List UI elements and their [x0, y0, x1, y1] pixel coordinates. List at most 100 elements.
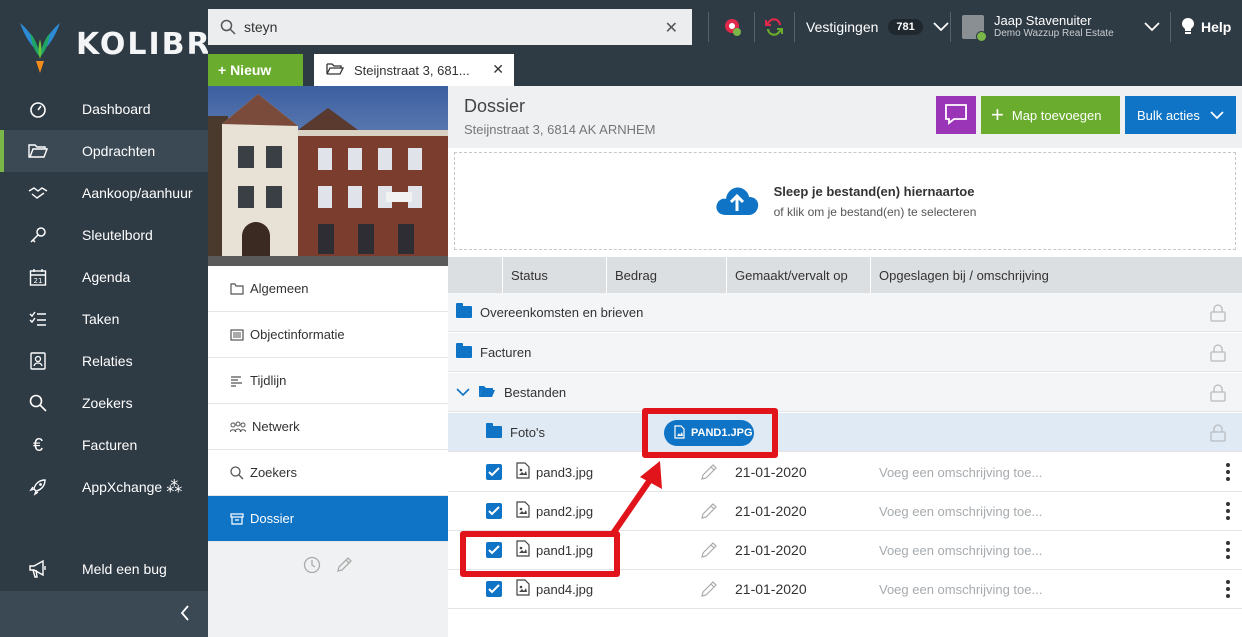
folder-open-icon — [28, 141, 48, 161]
notifications-icon[interactable] — [722, 17, 742, 40]
folder-row-fotos[interactable]: Foto's — [448, 413, 1242, 452]
edit-icon[interactable] — [700, 502, 718, 523]
chevron-down-icon[interactable] — [456, 385, 470, 400]
nav-item-label: Aankoop/aanhuur — [82, 185, 193, 201]
divider — [950, 12, 951, 42]
nav-item-aankoop[interactable]: Aankoop/aanhuur — [0, 172, 208, 214]
svg-text:21: 21 — [34, 277, 43, 285]
history-icon[interactable] — [303, 556, 321, 577]
nav-item-meld-bug[interactable]: Meld een bug — [0, 548, 208, 590]
nav-item-agenda[interactable]: 21 Agenda — [0, 256, 208, 298]
vestigingen-dropdown[interactable]: Vestigingen 781 — [806, 0, 949, 54]
folder-row-bestanden[interactable]: Bestanden — [448, 373, 1242, 412]
checklist-icon — [28, 309, 48, 329]
checkbox-checked[interactable] — [486, 503, 502, 519]
new-button[interactable]: + Nieuw — [208, 54, 303, 86]
drag-arrow — [609, 461, 662, 537]
page-subtitle: Steijnstraat 3, 6814 AK ARNHEM — [464, 122, 656, 137]
user-name: Jaap Stavenuiter — [994, 13, 1092, 28]
nav-item-taken[interactable]: Taken — [0, 298, 208, 340]
checkbox-checked[interactable] — [486, 581, 502, 597]
column-bedrag[interactable]: Bedrag — [606, 257, 726, 293]
tab-bar: + Nieuw Steijnstraat 3, 681... ✕ — [208, 54, 1242, 86]
file-name: pand2.jpg — [536, 503, 594, 519]
key-icon — [28, 225, 48, 245]
archive-icon — [230, 512, 244, 525]
edit-icon[interactable] — [335, 556, 353, 577]
folder-label: Foto's — [510, 424, 545, 440]
more-options-icon[interactable] — [1226, 541, 1230, 559]
nav-item-opdrachten[interactable]: Opdrachten — [0, 130, 208, 172]
file-date: 21-01-2020 — [735, 503, 807, 519]
folder-row-overeenkomsten[interactable]: Overeenkomsten en brieven — [448, 293, 1242, 332]
clear-search-icon[interactable]: ✕ — [665, 18, 678, 38]
nav-item-dashboard[interactable]: Dashboard — [0, 88, 208, 130]
network-icon — [230, 421, 246, 433]
sparkle-icon: ⁂ — [166, 479, 183, 496]
submenu-item-tijdlijn[interactable]: Tijdlijn — [208, 358, 448, 404]
user-menu[interactable]: Jaap Stavenuiter Demo Wazzup Real Estate — [962, 0, 1160, 54]
image-file-icon — [516, 579, 530, 599]
folder-row-facturen[interactable]: Facturen — [448, 333, 1242, 372]
file-dropzone[interactable]: Sleep je bestand(en) hiernaartoe of klik… — [454, 152, 1236, 250]
lock-icon[interactable] — [1210, 344, 1226, 362]
file-description[interactable]: Voeg een omschrijving toe... — [879, 582, 1042, 597]
lock-icon[interactable] — [1210, 424, 1226, 442]
comment-button[interactable] — [936, 96, 976, 134]
checkbox-checked[interactable] — [486, 464, 502, 480]
more-options-icon[interactable] — [1226, 502, 1230, 520]
submenu-item-algemeen[interactable]: Algemeen — [208, 266, 448, 312]
nav-item-facturen[interactable]: € Facturen — [0, 424, 208, 466]
list-icon — [230, 328, 244, 341]
column-status[interactable]: Status — [502, 257, 606, 293]
file-row[interactable]: pand3.jpg 21-01-2020 Voeg een omschrijvi… — [448, 453, 1242, 492]
nav-item-appxchange[interactable]: AppXchange ⁂ — [0, 466, 208, 508]
lock-icon[interactable] — [1210, 384, 1226, 402]
folder-label: Bestanden — [504, 384, 567, 400]
submenu-item-zoekers[interactable]: Zoekers — [208, 450, 448, 496]
bulk-actions-button[interactable]: Bulk acties — [1125, 96, 1236, 134]
calendar-icon: 21 — [28, 267, 48, 287]
folder-open-icon — [478, 384, 496, 401]
submenu-label: Netwerk — [252, 419, 300, 434]
nav-item-zoekers[interactable]: Zoekers — [0, 382, 208, 424]
add-folder-button[interactable]: + Map toevoegen — [981, 96, 1120, 134]
submenu-item-objectinformatie[interactable]: Objectinformatie — [208, 312, 448, 358]
more-options-icon[interactable] — [1226, 580, 1230, 598]
column-opgeslagen[interactable]: Opgeslagen bij / omschrijving — [870, 257, 1242, 293]
search-input[interactable]: steyn ✕ — [208, 9, 692, 45]
collapse-sidebar-button[interactable] — [0, 591, 208, 637]
lightbulb-icon — [1181, 17, 1195, 38]
rocket-icon — [28, 477, 48, 497]
chevron-left-icon — [180, 604, 190, 624]
user-organisation: Demo Wazzup Real Estate — [994, 28, 1114, 39]
dropzone-title: Sleep je bestand(en) hiernaartoe — [773, 183, 975, 199]
file-description[interactable]: Voeg een omschrijving toe... — [879, 504, 1042, 519]
column-gemaakt[interactable]: Gemaakt/vervalt op — [726, 257, 870, 293]
file-row[interactable]: pand2.jpg 21-01-2020 Voeg een omschrijvi… — [448, 492, 1242, 531]
nav-item-label: Meld een bug — [82, 561, 167, 577]
search-value: steyn — [244, 19, 278, 35]
submenu-item-dossier[interactable]: Dossier — [208, 496, 455, 542]
file-description[interactable]: Voeg een omschrijving toe... — [879, 543, 1042, 558]
edit-icon[interactable] — [700, 580, 718, 601]
nav-item-sleutelbord[interactable]: Sleutelbord — [0, 214, 208, 256]
edit-icon[interactable] — [700, 463, 718, 484]
highlight-box-source — [460, 531, 620, 577]
logo[interactable]: KOLIBRI — [0, 0, 223, 88]
table-header: Status Bedrag Gemaakt/vervalt op Opgesla… — [448, 257, 1242, 293]
help-button[interactable]: Help — [1181, 0, 1231, 54]
folder-icon — [456, 303, 472, 318]
nav-item-relaties[interactable]: Relaties — [0, 340, 208, 382]
submenu-item-netwerk[interactable]: Netwerk — [208, 404, 448, 450]
lock-icon[interactable] — [1210, 304, 1226, 322]
sync-icon[interactable] — [764, 17, 784, 40]
chat-icon — [944, 103, 968, 128]
close-tab-icon[interactable]: ✕ — [492, 61, 504, 78]
edit-icon[interactable] — [700, 541, 718, 562]
dossier-header: Dossier Steijnstraat 3, 6814 AK ARNHEM +… — [448, 86, 1242, 148]
file-description[interactable]: Voeg een omschrijving toe... — [879, 465, 1042, 480]
more-options-icon[interactable] — [1226, 463, 1230, 481]
nav-item-label: AppXchange — [82, 479, 163, 495]
tab-steijnstraat[interactable]: Steijnstraat 3, 681... ✕ — [314, 54, 514, 86]
